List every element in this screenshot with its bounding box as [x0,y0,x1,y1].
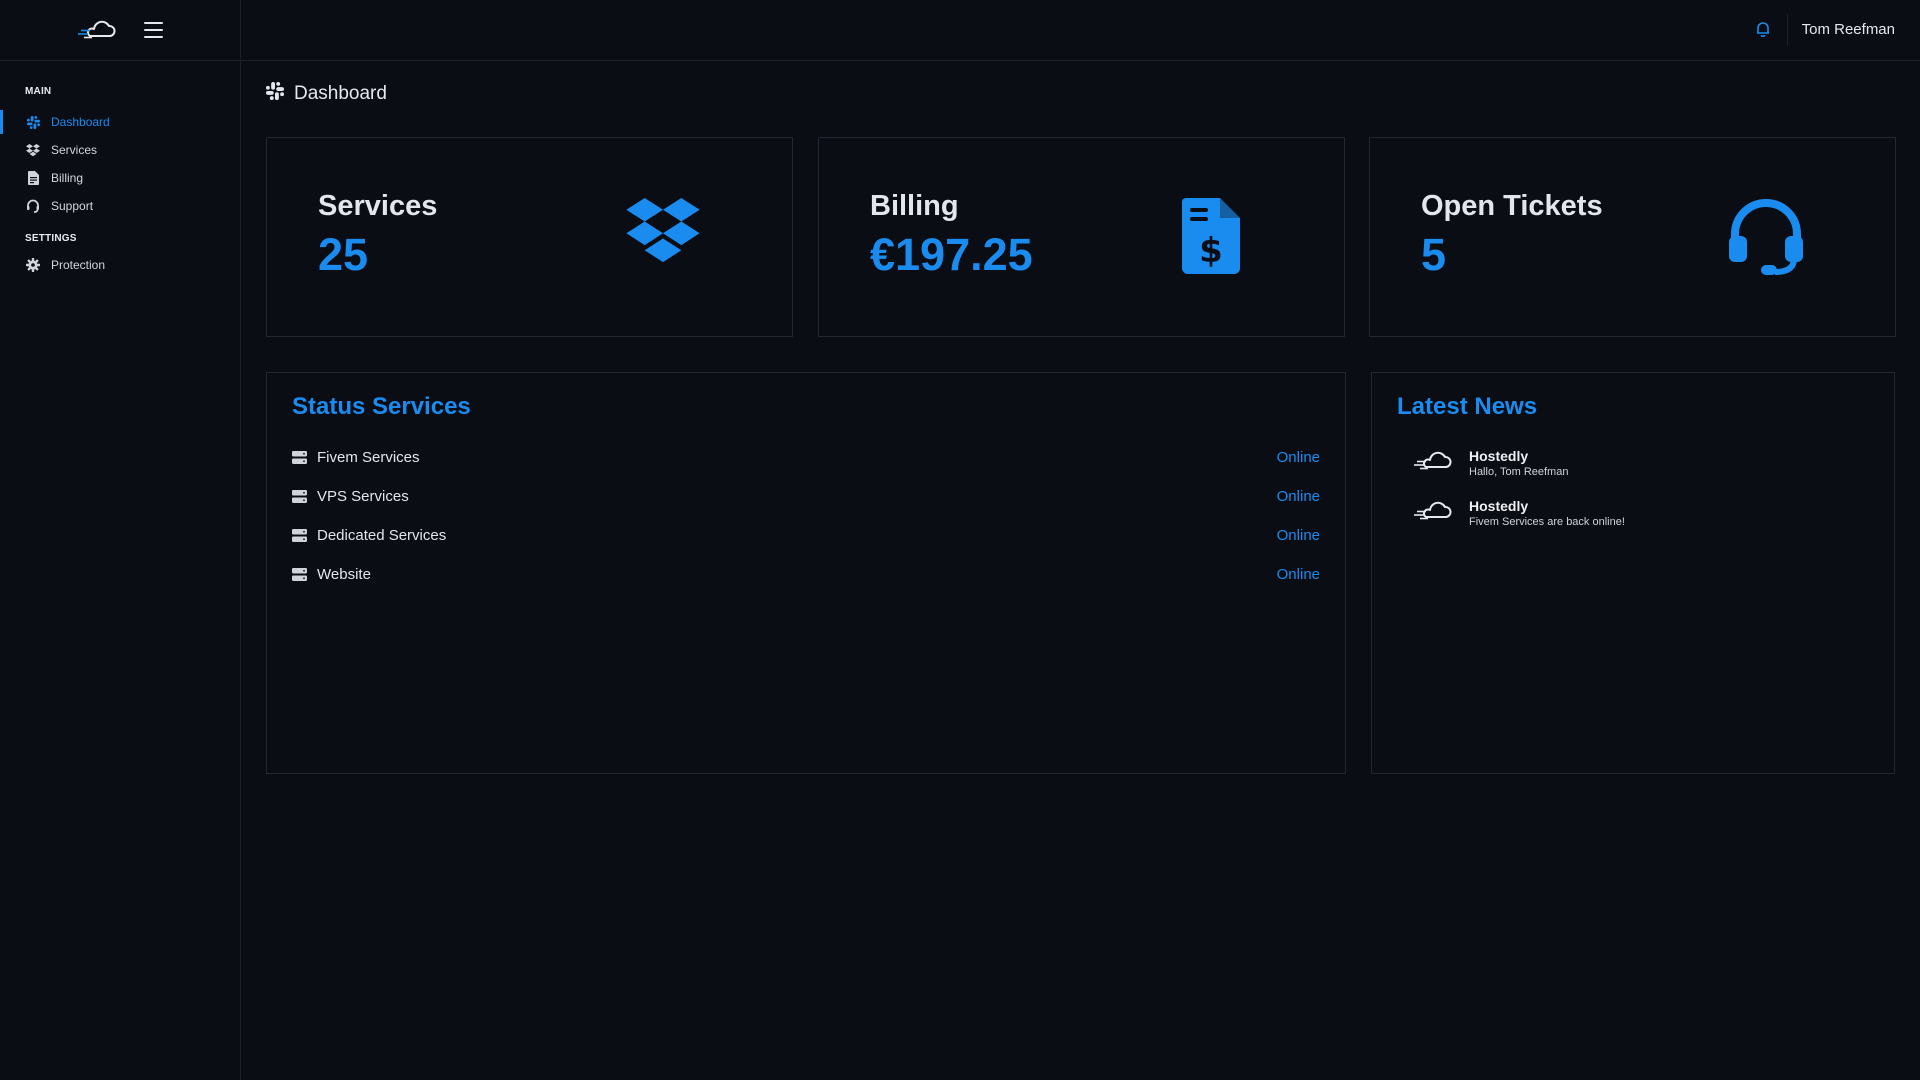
dropbox-icon [624,198,702,271]
news-message: Fivem Services are back online! [1469,516,1625,528]
sidebar-item-label: Dashboard [51,115,110,129]
sidebar: MAIN Dashboard Services Billing Support … [0,0,241,1080]
slack-icon [26,115,40,129]
page-title-text: Dashboard [294,83,387,104]
service-name: Website [317,565,371,583]
sidebar-item-label: Billing [51,171,84,185]
news-item[interactable]: Hostedly Hallo, Tom Reefman [1412,448,1568,478]
dropbox-icon [26,143,40,157]
sidebar-item-support[interactable]: Support [0,192,240,220]
cloud-logo-icon [1412,499,1452,528]
news-text: Hostedly Fivem Services are back online! [1469,498,1625,528]
sidebar-item-billing[interactable]: Billing [0,164,240,192]
cloud-logo-icon[interactable] [76,18,116,42]
stat-card-open-tickets[interactable]: Open Tickets 5 [1369,137,1896,337]
stat-label: Open Tickets [1421,190,1603,222]
status-services-panel: Status Services Fivem Services Online VP… [266,372,1346,774]
latest-news-panel: Latest News Hostedly Hallo, Tom Reefman [1371,372,1895,774]
stat-label: Services [318,190,438,222]
server-icon [292,450,307,464]
stat-value: 5 [1421,229,1447,280]
sidebar-item-services[interactable]: Services [0,136,240,164]
cloud-logo-icon [1412,449,1452,478]
service-status[interactable]: Online [1277,449,1320,466]
service-status[interactable]: Online [1277,527,1320,544]
server-icon [292,567,307,581]
invoice-icon [26,171,40,185]
sidebar-item-label: Support [51,199,94,213]
user-menu[interactable]: Tom Reefman [1802,21,1895,38]
service-name: VPS Services [317,487,409,505]
nav-section-settings: SETTINGS [25,233,77,244]
server-icon [292,489,307,503]
brand-bar [0,0,240,61]
headset-icon [1727,198,1805,281]
slack-icon [266,82,284,106]
topbar: Tom Reefman [241,0,1920,61]
service-status[interactable]: Online [1277,488,1320,505]
nav-list-main: Dashboard Services Billing Support [0,108,240,220]
server-icon [292,528,307,542]
status-row: Fivem Services Online [292,445,1320,469]
sidebar-item-label: Services [51,143,98,157]
status-row: Website Online [292,562,1320,586]
gear-icon [26,258,40,272]
status-row: Dedicated Services Online [292,523,1320,547]
service-status[interactable]: Online [1277,566,1320,583]
news-author: Hostedly [1469,498,1529,514]
menu-toggle-icon[interactable] [142,20,165,40]
news-item[interactable]: Hostedly Fivem Services are back online! [1412,498,1625,528]
panel-title: Status Services [292,393,471,420]
sidebar-item-label: Protection [51,258,106,272]
nav-list-settings: Protection [0,251,240,279]
page-title: Dashboard [266,82,387,106]
stat-card-billing[interactable]: Billing €197.25 $ [818,137,1345,337]
sidebar-item-protection[interactable]: Protection [0,251,240,279]
stat-value: 25 [318,229,369,280]
news-message: Hallo, Tom Reefman [1469,466,1569,478]
headset-icon [26,199,40,213]
bell-icon[interactable] [1756,21,1770,42]
svg-text:$: $ [1199,231,1223,271]
stat-card-services[interactable]: Services 25 [266,137,793,337]
stat-value: €197.25 [870,229,1033,280]
sidebar-item-dashboard[interactable]: Dashboard [0,108,240,136]
stat-label: Billing [870,190,959,222]
news-text: Hostedly Hallo, Tom Reefman [1469,448,1568,478]
service-name: Fivem Services [317,448,420,466]
invoice-dollar-icon: $ [1182,198,1240,279]
status-row: VPS Services Online [292,484,1320,508]
news-author: Hostedly [1469,448,1529,464]
nav-section-main: MAIN [25,86,52,97]
panel-title: Latest News [1397,393,1538,420]
service-name: Dedicated Services [317,526,447,544]
topbar-divider [1787,14,1788,46]
